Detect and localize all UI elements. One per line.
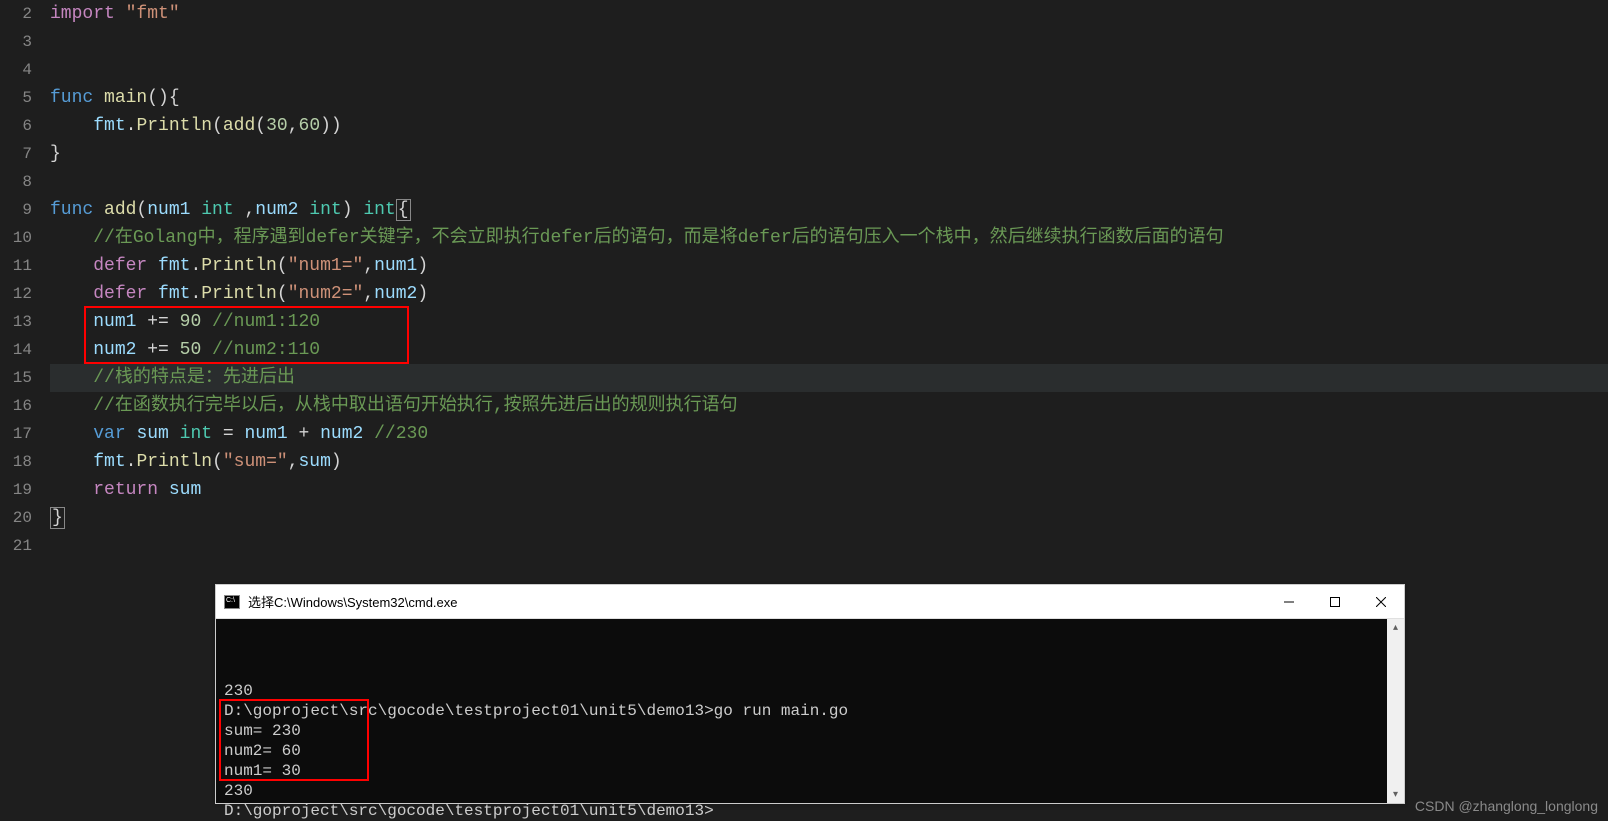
scroll-down-icon[interactable]: ▾: [1387, 786, 1404, 803]
terminal-line: num2= 60: [224, 741, 1379, 761]
terminal-body[interactable]: 230D:\goproject\src\gocode\testproject01…: [216, 619, 1387, 803]
code-line[interactable]: import "fmt": [50, 0, 1608, 28]
code-line[interactable]: [50, 168, 1608, 196]
line-number: 5: [0, 84, 32, 112]
line-number-gutter: 23456789101112131415161718192021: [0, 0, 50, 560]
line-number: 4: [0, 56, 32, 84]
code-line[interactable]: //在函数执行完毕以后，从栈中取出语句开始执行,按照先进后出的规则执行语句: [50, 392, 1608, 420]
line-number: 11: [0, 252, 32, 280]
code-line[interactable]: defer fmt.Println("num2=",num2): [50, 280, 1608, 308]
cmd-icon: [224, 595, 240, 609]
line-number: 15: [0, 364, 32, 392]
terminal-line: num1= 30: [224, 761, 1379, 781]
code-line[interactable]: func add(num1 int ,num2 int) int{: [50, 196, 1608, 224]
line-number: 12: [0, 280, 32, 308]
line-number: 14: [0, 336, 32, 364]
scroll-up-icon[interactable]: ▴: [1387, 619, 1404, 636]
line-number: 20: [0, 504, 32, 532]
code-line[interactable]: //在Golang中，程序遇到defer关键字，不会立即执行defer后的语句，…: [50, 224, 1608, 252]
line-number: 13: [0, 308, 32, 336]
code-area[interactable]: import "fmt" func main(){ fmt.Println(add…: [50, 0, 1608, 560]
window-controls: [1266, 585, 1404, 618]
line-number: 7: [0, 140, 32, 168]
minimize-button[interactable]: [1266, 585, 1312, 618]
line-number: 17: [0, 420, 32, 448]
code-editor[interactable]: 23456789101112131415161718192021 import …: [0, 0, 1608, 560]
terminal-line: sum= 230: [224, 721, 1379, 741]
code-line[interactable]: [50, 56, 1608, 84]
code-line[interactable]: num2 += 50 //num2:110: [50, 336, 1608, 364]
code-line[interactable]: num1 += 90 //num1:120: [50, 308, 1608, 336]
terminal-line: D:\goproject\src\gocode\testproject01\un…: [224, 801, 1379, 821]
line-number: 9: [0, 196, 32, 224]
line-number: 3: [0, 28, 32, 56]
code-line[interactable]: }: [50, 504, 1608, 532]
code-line[interactable]: fmt.Println(add(30,60)): [50, 112, 1608, 140]
line-number: 10: [0, 224, 32, 252]
terminal-line: 230: [224, 681, 1379, 701]
terminal-titlebar[interactable]: 选择C:\Windows\System32\cmd.exe: [216, 585, 1404, 619]
code-line[interactable]: var sum int = num1 + num2 //230: [50, 420, 1608, 448]
line-number: 8: [0, 168, 32, 196]
terminal-line: 230: [224, 781, 1379, 801]
line-number: 18: [0, 448, 32, 476]
line-number: 16: [0, 392, 32, 420]
terminal-scrollbar[interactable]: ▴ ▾: [1387, 619, 1404, 803]
line-number: 2: [0, 0, 32, 28]
close-button[interactable]: [1358, 585, 1404, 618]
code-line[interactable]: defer fmt.Println("num1=",num1): [50, 252, 1608, 280]
line-number: 21: [0, 532, 32, 560]
watermark-text: CSDN @zhanglong_longlong: [1415, 798, 1598, 814]
terminal-title: 选择C:\Windows\System32\cmd.exe: [248, 592, 1266, 611]
line-number: 6: [0, 112, 32, 140]
code-line[interactable]: return sum: [50, 476, 1608, 504]
terminal-body-wrap: 230D:\goproject\src\gocode\testproject01…: [216, 619, 1404, 803]
code-line[interactable]: [50, 28, 1608, 56]
code-line[interactable]: }: [50, 140, 1608, 168]
code-line[interactable]: [50, 532, 1608, 560]
terminal-line: D:\goproject\src\gocode\testproject01\un…: [224, 701, 1379, 721]
code-line[interactable]: fmt.Println("sum=",sum): [50, 448, 1608, 476]
maximize-button[interactable]: [1312, 585, 1358, 618]
code-line[interactable]: func main(){: [50, 84, 1608, 112]
line-number: 19: [0, 476, 32, 504]
terminal-window[interactable]: 选择C:\Windows\System32\cmd.exe 230D:\gopr…: [215, 584, 1405, 804]
code-line[interactable]: //栈的特点是：先进后出: [50, 364, 1608, 392]
